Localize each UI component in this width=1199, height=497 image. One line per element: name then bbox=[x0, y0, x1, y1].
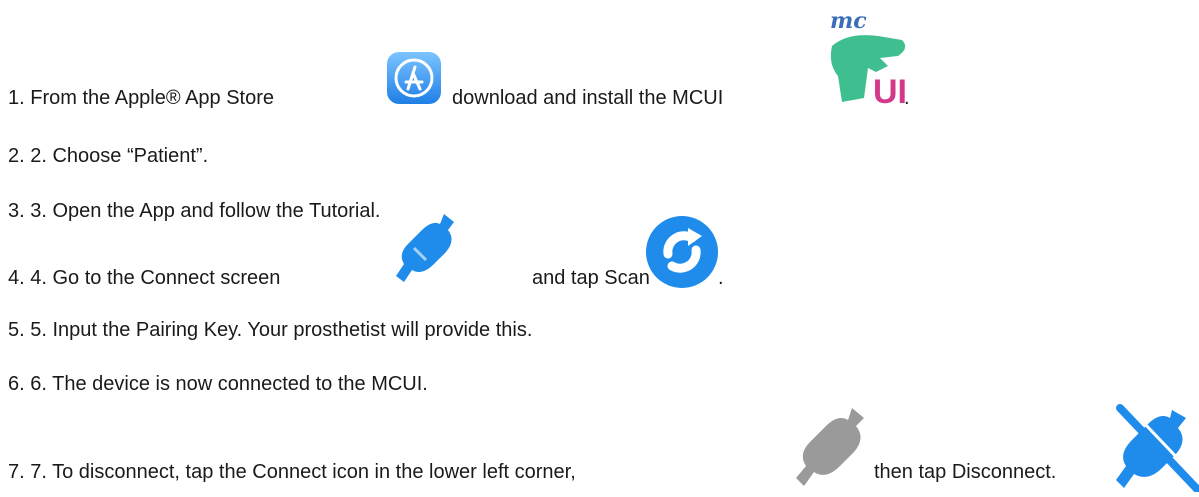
step-2: 2. 2. Choose “Patient”. bbox=[8, 144, 208, 168]
step-4: 4. 4. Go to the Connect screen bbox=[8, 266, 280, 290]
step-text: . bbox=[904, 87, 910, 109]
step-text: 7. To disconnect, tap the Connect icon i… bbox=[30, 461, 576, 483]
step-text: 5. Input the Pairing Key. Your prostheti… bbox=[30, 319, 533, 341]
step-text: and tap Scan bbox=[532, 267, 650, 289]
step-1: 1. From the Apple® App Store bbox=[8, 86, 274, 110]
mcui-logo-icon: mc UI bbox=[830, 8, 907, 110]
connect-plug-gray-icon bbox=[796, 408, 864, 486]
step-4-end: . bbox=[718, 266, 724, 290]
step-4-cont: and tap Scan bbox=[532, 266, 650, 290]
step-7-cont: then tap Disconnect. bbox=[874, 460, 1056, 484]
step-number: 5. bbox=[8, 319, 25, 341]
step-number: 2. bbox=[8, 145, 25, 167]
svg-text:mc: mc bbox=[830, 8, 867, 34]
step-number: 4. bbox=[8, 267, 25, 289]
step-text: 2. Choose “Patient”. bbox=[30, 145, 209, 167]
step-text: 3. Open the App and follow the Tutorial. bbox=[30, 200, 381, 222]
step-text: 4. Go to the Connect screen bbox=[30, 267, 281, 289]
app-store-icon bbox=[387, 52, 441, 104]
svg-text:UI: UI bbox=[873, 73, 907, 110]
disconnect-plug-icon bbox=[1116, 404, 1199, 492]
connect-plug-icon bbox=[396, 214, 454, 282]
step-text: then tap Disconnect. bbox=[874, 461, 1057, 483]
step-number: 1. bbox=[8, 87, 25, 109]
step-6: 6. 6. The device is now connected to the… bbox=[8, 372, 428, 396]
step-text: From the Apple® App Store bbox=[30, 87, 275, 109]
step-1-cont: download and install the MCUI bbox=[452, 86, 723, 110]
scan-refresh-icon bbox=[646, 216, 718, 288]
step-number: 3. bbox=[8, 200, 25, 222]
step-number: 6. bbox=[8, 373, 25, 395]
step-number: 7. bbox=[8, 461, 25, 483]
step-text: . bbox=[718, 267, 724, 289]
step-1-end: . bbox=[904, 86, 910, 110]
step-text: 6. The device is now connected to the MC… bbox=[30, 373, 428, 395]
step-text: download and install the MCUI bbox=[452, 87, 724, 109]
step-5: 5. 5. Input the Pairing Key. Your prosth… bbox=[8, 318, 532, 342]
step-3: 3. 3. Open the App and follow the Tutori… bbox=[8, 199, 380, 223]
step-7: 7. 7. To disconnect, tap the Connect ico… bbox=[8, 460, 576, 484]
